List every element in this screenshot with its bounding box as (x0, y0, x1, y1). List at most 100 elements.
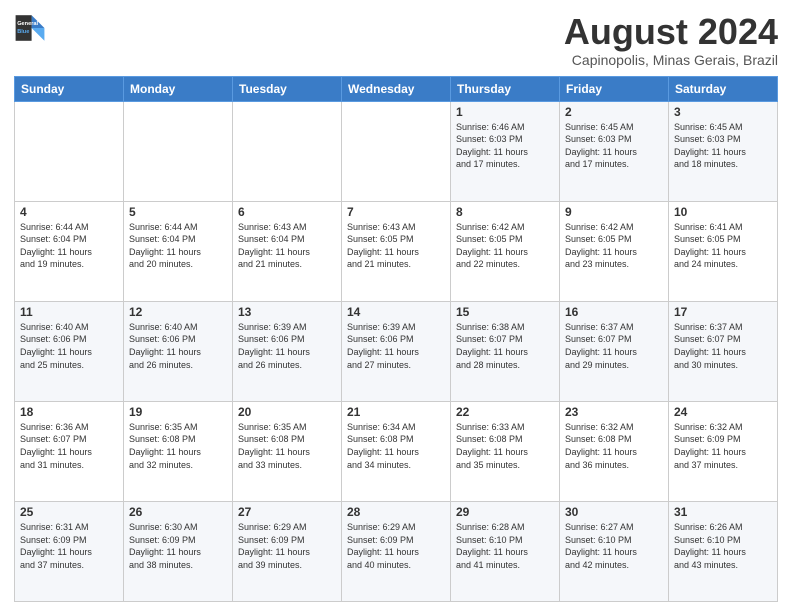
week-row-3: 11 Sunrise: 6:40 AM Sunset: 6:06 PM Dayli… (15, 301, 778, 401)
day-cell: 31 Sunrise: 6:26 AM Sunset: 6:10 PM Dayli… (669, 501, 778, 601)
day-info: Sunrise: 6:43 AM Sunset: 6:04 PM Dayligh… (238, 221, 336, 271)
day-info: Sunrise: 6:35 AM Sunset: 6:08 PM Dayligh… (129, 421, 227, 471)
day-cell: 22Sunrise: 6:33 AM Sunset: 6:08 PM Dayli… (451, 401, 560, 501)
day-number: 18 (20, 405, 118, 419)
day-number: 3 (674, 105, 772, 119)
day-cell: 11 Sunrise: 6:40 AM Sunset: 6:06 PM Dayli… (15, 301, 124, 401)
day-number: 23 (565, 405, 663, 419)
day-info: Sunrise: 6:29 AM Sunset: 6:09 PM Dayligh… (347, 521, 445, 571)
day-cell: 16 Sunrise: 6:37 AM Sunset: 6:07 PM Dayli… (560, 301, 669, 401)
day-info: Sunrise: 6:29 AM Sunset: 6:09 PM Dayligh… (238, 521, 336, 571)
day-cell: 14 Sunrise: 6:39 AM Sunset: 6:06 PM Dayli… (342, 301, 451, 401)
day-cell: 8 Sunrise: 6:42 AM Sunset: 6:05 PM Daylig… (451, 201, 560, 301)
weekday-header-row: SundayMondayTuesdayWednesdayThursdayFrid… (15, 76, 778, 101)
day-info: Sunrise: 6:26 AM Sunset: 6:10 PM Dayligh… (674, 521, 772, 571)
logo-icon: General Blue (14, 12, 46, 44)
day-info: Sunrise: 6:28 AM Sunset: 6:10 PM Dayligh… (456, 521, 554, 571)
day-cell: 19 Sunrise: 6:35 AM Sunset: 6:08 PM Dayli… (124, 401, 233, 501)
day-number: 2 (565, 105, 663, 119)
day-number: 1 (456, 105, 554, 119)
day-number: 15 (456, 305, 554, 319)
week-row-5: 25Sunrise: 6:31 AM Sunset: 6:09 PM Dayli… (15, 501, 778, 601)
day-number: 20 (238, 405, 336, 419)
day-info: Sunrise: 6:39 AM Sunset: 6:06 PM Dayligh… (347, 321, 445, 371)
title-area: August 2024 Capinopolis, Minas Gerais, B… (564, 12, 778, 68)
day-info: Sunrise: 6:45 AM Sunset: 6:03 PM Dayligh… (674, 121, 772, 171)
day-number: 16 (565, 305, 663, 319)
day-info: Sunrise: 6:42 AM Sunset: 6:05 PM Dayligh… (456, 221, 554, 271)
day-cell (233, 101, 342, 201)
day-info: Sunrise: 6:44 AM Sunset: 6:04 PM Dayligh… (20, 221, 118, 271)
day-info: Sunrise: 6:39 AM Sunset: 6:06 PM Dayligh… (238, 321, 336, 371)
weekday-header-thursday: Thursday (451, 76, 560, 101)
day-info: Sunrise: 6:30 AM Sunset: 6:09 PM Dayligh… (129, 521, 227, 571)
day-info: Sunrise: 6:27 AM Sunset: 6:10 PM Dayligh… (565, 521, 663, 571)
day-info: Sunrise: 6:41 AM Sunset: 6:05 PM Dayligh… (674, 221, 772, 271)
day-number: 11 (20, 305, 118, 319)
day-cell: 12 Sunrise: 6:40 AM Sunset: 6:06 PM Dayli… (124, 301, 233, 401)
day-number: 10 (674, 205, 772, 219)
weekday-header-monday: Monday (124, 76, 233, 101)
day-number: 5 (129, 205, 227, 219)
day-info: Sunrise: 6:37 AM Sunset: 6:07 PM Dayligh… (565, 321, 663, 371)
day-info: Sunrise: 6:40 AM Sunset: 6:06 PM Dayligh… (129, 321, 227, 371)
weekday-header-friday: Friday (560, 76, 669, 101)
day-cell: 9Sunrise: 6:42 AM Sunset: 6:05 PM Daylig… (560, 201, 669, 301)
day-cell: 21Sunrise: 6:34 AM Sunset: 6:08 PM Dayli… (342, 401, 451, 501)
weekday-header-wednesday: Wednesday (342, 76, 451, 101)
week-row-2: 4 Sunrise: 6:44 AM Sunset: 6:04 PM Daylig… (15, 201, 778, 301)
day-number: 12 (129, 305, 227, 319)
day-number: 31 (674, 505, 772, 519)
day-cell: 4 Sunrise: 6:44 AM Sunset: 6:04 PM Daylig… (15, 201, 124, 301)
week-row-4: 18Sunrise: 6:36 AM Sunset: 6:07 PM Dayli… (15, 401, 778, 501)
day-number: 26 (129, 505, 227, 519)
day-cell: 26 Sunrise: 6:30 AM Sunset: 6:09 PM Dayli… (124, 501, 233, 601)
day-number: 6 (238, 205, 336, 219)
day-cell: 10 Sunrise: 6:41 AM Sunset: 6:05 PM Dayli… (669, 201, 778, 301)
weekday-header-tuesday: Tuesday (233, 76, 342, 101)
page: General Blue August 2024 Capinopolis, Mi… (0, 0, 792, 612)
day-info: Sunrise: 6:37 AM Sunset: 6:07 PM Dayligh… (674, 321, 772, 371)
day-number: 9 (565, 205, 663, 219)
day-cell (15, 101, 124, 201)
weekday-header-saturday: Saturday (669, 76, 778, 101)
day-info: Sunrise: 6:32 AM Sunset: 6:09 PM Dayligh… (674, 421, 772, 471)
day-number: 24 (674, 405, 772, 419)
weekday-header-sunday: Sunday (15, 76, 124, 101)
day-number: 13 (238, 305, 336, 319)
day-number: 7 (347, 205, 445, 219)
day-number: 4 (20, 205, 118, 219)
day-cell: 30Sunrise: 6:27 AM Sunset: 6:10 PM Dayli… (560, 501, 669, 601)
day-info: Sunrise: 6:43 AM Sunset: 6:05 PM Dayligh… (347, 221, 445, 271)
day-number: 8 (456, 205, 554, 219)
day-info: Sunrise: 6:44 AM Sunset: 6:04 PM Dayligh… (129, 221, 227, 271)
day-cell: 15 Sunrise: 6:38 AM Sunset: 6:07 PM Dayli… (451, 301, 560, 401)
day-info: Sunrise: 6:35 AM Sunset: 6:08 PM Dayligh… (238, 421, 336, 471)
day-number: 28 (347, 505, 445, 519)
day-info: Sunrise: 6:38 AM Sunset: 6:07 PM Dayligh… (456, 321, 554, 371)
day-cell: 25Sunrise: 6:31 AM Sunset: 6:09 PM Dayli… (15, 501, 124, 601)
week-row-1: 1Sunrise: 6:46 AM Sunset: 6:03 PM Daylig… (15, 101, 778, 201)
day-cell: 17 Sunrise: 6:37 AM Sunset: 6:07 PM Dayli… (669, 301, 778, 401)
day-number: 29 (456, 505, 554, 519)
day-cell: 24 Sunrise: 6:32 AM Sunset: 6:09 PM Dayli… (669, 401, 778, 501)
day-number: 17 (674, 305, 772, 319)
day-info: Sunrise: 6:45 AM Sunset: 6:03 PM Dayligh… (565, 121, 663, 171)
day-number: 19 (129, 405, 227, 419)
day-cell: 7 Sunrise: 6:43 AM Sunset: 6:05 PM Daylig… (342, 201, 451, 301)
logo: General Blue (14, 12, 46, 44)
day-cell: 28 Sunrise: 6:29 AM Sunset: 6:09 PM Dayli… (342, 501, 451, 601)
svg-text:General: General (17, 21, 38, 27)
month-title: August 2024 (564, 12, 778, 52)
day-info: Sunrise: 6:40 AM Sunset: 6:06 PM Dayligh… (20, 321, 118, 371)
header: General Blue August 2024 Capinopolis, Mi… (14, 12, 778, 68)
day-cell: 5 Sunrise: 6:44 AM Sunset: 6:04 PM Daylig… (124, 201, 233, 301)
day-number: 27 (238, 505, 336, 519)
day-cell (342, 101, 451, 201)
day-cell: 3 Sunrise: 6:45 AM Sunset: 6:03 PM Daylig… (669, 101, 778, 201)
day-info: Sunrise: 6:33 AM Sunset: 6:08 PM Dayligh… (456, 421, 554, 471)
day-number: 14 (347, 305, 445, 319)
calendar-table: SundayMondayTuesdayWednesdayThursdayFrid… (14, 76, 778, 602)
day-cell: 27 Sunrise: 6:29 AM Sunset: 6:09 PM Dayli… (233, 501, 342, 601)
day-number: 25 (20, 505, 118, 519)
